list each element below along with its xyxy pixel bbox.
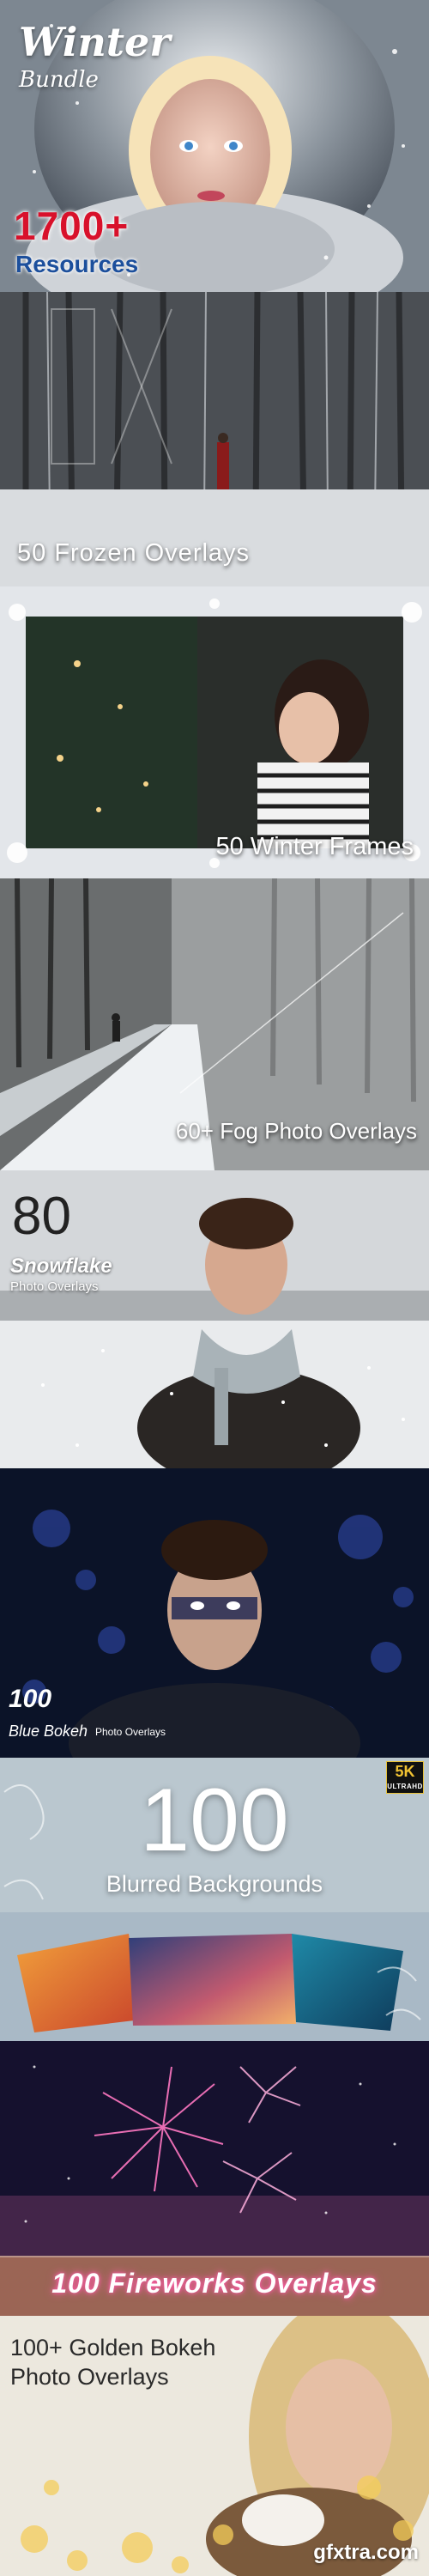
bundle-title: Winter xyxy=(19,19,171,65)
fireworks-caption: 100 Fireworks Overlays xyxy=(51,2268,378,2299)
panel-winter-bundle: Winter Bundle 1700+ Resources xyxy=(0,0,429,292)
panel-frozen-overlays: 50 Frozen Overlays xyxy=(0,292,429,586)
blurred-backgrounds-label: Blurred Backgrounds xyxy=(106,1871,323,1897)
panel-fog-overlays: 60+ Fog Photo Overlays xyxy=(0,878,429,1170)
blue-bokeh-label: Photo Overlays xyxy=(95,1726,166,1738)
resource-count-label: Resources xyxy=(15,251,139,277)
resource-count: 1700+ xyxy=(14,204,130,248)
snowflake-name: Snowflake xyxy=(10,1255,112,1278)
panel-blurred-backgrounds: 100 Blurred Backgrounds 5K ULTRAHD xyxy=(0,1758,429,2041)
snowflake-count: 80 xyxy=(12,1187,71,1246)
golden-bokeh-title: 100+ Golden Bokeh xyxy=(10,2335,216,2360)
panel-fireworks-overlays: 100 Fireworks Overlays xyxy=(0,2041,429,2316)
site-watermark: gfxtra.com xyxy=(313,2541,419,2564)
winter-bundle-promo: Winter Bundle 1700+ Resources 50 Frozen … xyxy=(0,0,429,2576)
snowflake-label: Photo Overlays xyxy=(10,1279,99,1294)
blue-bokeh-portrait-art xyxy=(0,1468,429,1758)
panel-blue-bokeh: 100 Blue Bokeh Photo Overlays xyxy=(0,1468,429,1758)
blue-bokeh-name: Blue Bokeh xyxy=(9,1722,88,1740)
panel-golden-bokeh: 100+ Golden Bokeh Photo Overlays gfxtra.… xyxy=(0,2316,429,2576)
resolution-badge: 5K ULTRAHD xyxy=(386,1761,424,1794)
resolution-badge-label: ULTRAHD xyxy=(387,1783,423,1790)
frozen-overlays-caption: 50 Frozen Overlays xyxy=(17,539,251,567)
fog-overlays-caption: 60+ Fog Photo Overlays xyxy=(175,1118,417,1144)
bundle-subtitle: Bundle xyxy=(19,67,99,93)
winter-frames-caption: 50 Winter Frames xyxy=(215,833,414,860)
blue-bokeh-count: 100 xyxy=(9,1685,52,1713)
golden-bokeh-label: Photo Overlays xyxy=(10,2364,169,2390)
resolution-badge-value: 5K xyxy=(395,1763,415,1780)
blurred-backgrounds-count: 100 xyxy=(140,1771,289,1870)
panel-snowflake-overlays: 80 Snowflake Photo Overlays xyxy=(0,1170,429,1468)
panel-winter-frames: 50 Winter Frames xyxy=(0,586,429,878)
